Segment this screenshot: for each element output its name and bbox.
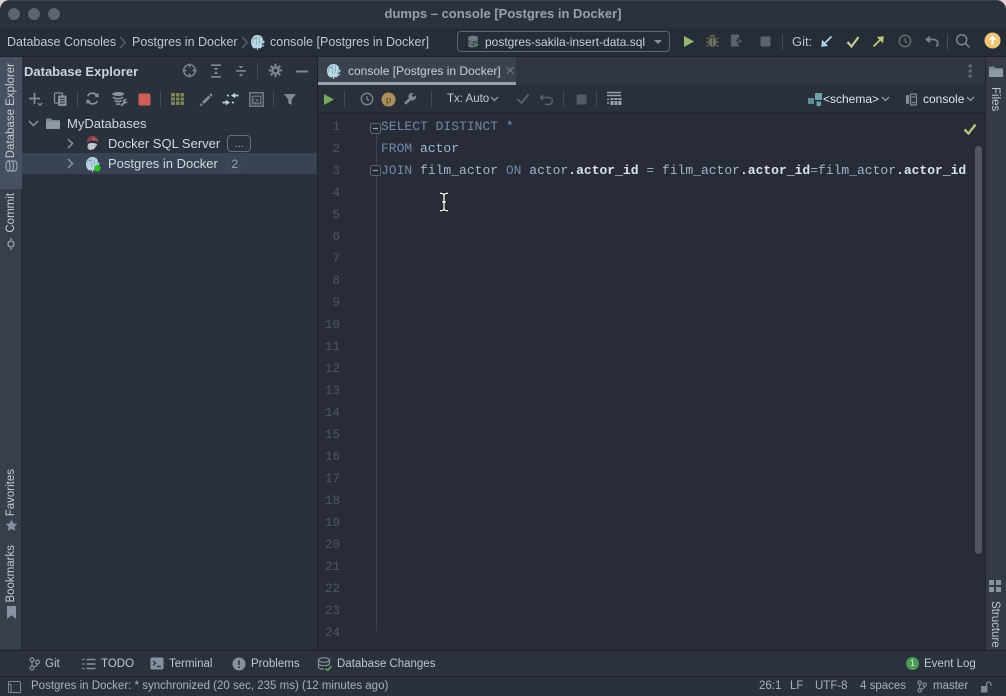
svg-text:QL: QL	[253, 98, 262, 104]
svg-text:p: p	[386, 95, 391, 106]
